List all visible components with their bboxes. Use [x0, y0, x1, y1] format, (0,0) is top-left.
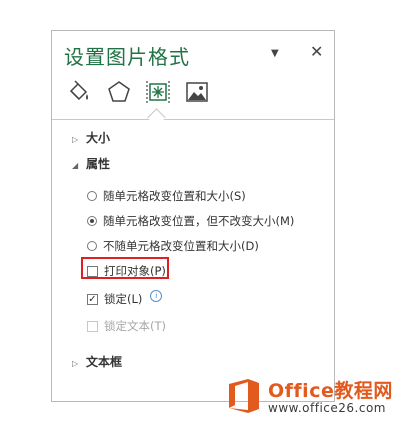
paint-bucket-icon [69, 80, 88, 101]
locked-checkbox[interactable]: ✓ 锁定(L) i [87, 290, 163, 307]
fill-line-tab[interactable] [65, 77, 95, 107]
size-properties-icon [146, 81, 170, 103]
picture-icon [186, 82, 208, 102]
pane-options-dropdown-icon[interactable]: ▼ [271, 48, 279, 59]
expand-arrow-icon: ▷ [72, 359, 79, 368]
watermark-url: www.office26.com [268, 401, 386, 415]
checkbox[interactable] [87, 265, 98, 277]
checkbox-disabled [87, 320, 98, 332]
pentagon-icon [108, 81, 130, 102]
info-icon[interactable]: i [150, 290, 163, 302]
radio-move-no-size[interactable]: 随单元格改变位置，但不改变大小(M) [87, 213, 294, 229]
expand-arrow-icon: ▷ [72, 135, 79, 144]
section-size[interactable]: ▷ 大小 [72, 129, 110, 146]
collapse-arrow-icon: ◢ [72, 161, 79, 170]
lock-text-checkbox: 锁定文本(T) [87, 318, 166, 334]
picture-tab[interactable] [182, 77, 212, 107]
print-object-checkbox[interactable]: 打印对象(P) [87, 263, 166, 279]
tab-divider [52, 119, 334, 120]
format-picture-pane: 设置图片格式 ▼ ✕ ▷ 大小 ◢ 属性 随单元格改变位置和大小(S) 随单元格… [51, 30, 335, 402]
checkbox-checked[interactable]: ✓ [87, 293, 98, 305]
radio-button-selected[interactable] [87, 216, 97, 226]
radio-move-and-size[interactable]: 随单元格改变位置和大小(S) [87, 188, 246, 204]
pane-title: 设置图片格式 [64, 45, 190, 69]
effects-tab[interactable] [104, 77, 134, 107]
active-tab-caret [147, 108, 166, 127]
watermark-brand: Office教程网 [268, 380, 393, 402]
radio-dont-move-or-size[interactable]: 不随单元格改变位置和大小(D) [87, 238, 259, 254]
radio-button[interactable] [87, 191, 97, 201]
office-logo-icon [229, 379, 259, 413]
size-properties-tab[interactable] [143, 77, 173, 107]
radio-button[interactable] [87, 241, 97, 251]
close-icon[interactable]: ✕ [310, 42, 323, 61]
watermark: Office教程网 www.office26.com [224, 376, 394, 424]
section-textbox[interactable]: ▷ 文本框 [72, 353, 122, 370]
section-properties[interactable]: ◢ 属性 [72, 155, 110, 172]
